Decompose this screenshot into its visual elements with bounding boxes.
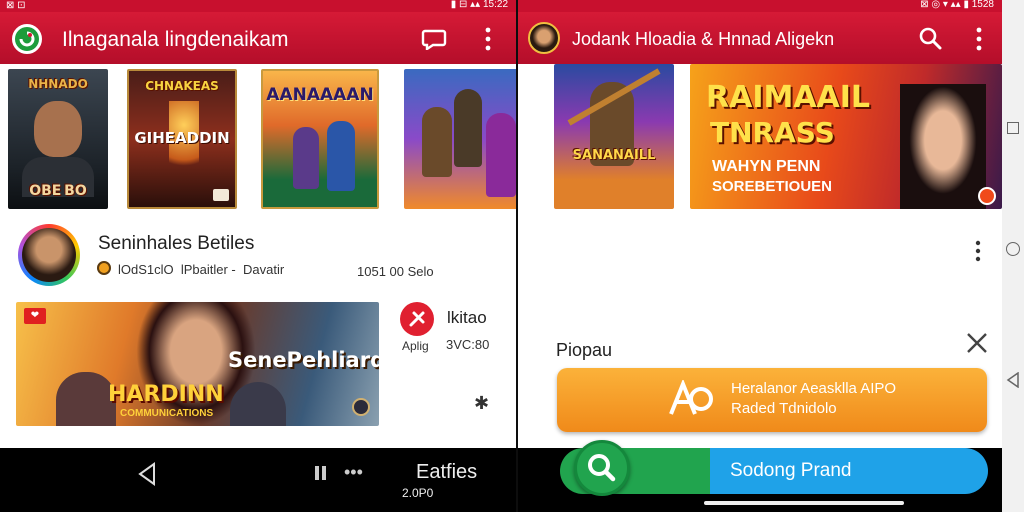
status-bar-left: ⊠ ⊡ ▮ ⊟ ▴▴ 15:22 xyxy=(0,0,516,12)
more-vert-icon[interactable] xyxy=(483,26,493,52)
more-vert-icon[interactable] xyxy=(973,240,983,267)
recents-icon[interactable] xyxy=(314,464,334,487)
star-icon[interactable]: ✱ xyxy=(474,393,489,414)
search-fab-icon[interactable] xyxy=(574,440,630,496)
square-icon[interactable] xyxy=(1007,122,1019,134)
home-indicator[interactable] xyxy=(704,501,904,505)
verified-icon xyxy=(97,261,111,275)
search-icon[interactable] xyxy=(918,26,942,50)
avatar[interactable] xyxy=(528,22,560,54)
thumbnail-caption: SANANAILL xyxy=(572,148,656,163)
hero-title-2: TNRASS xyxy=(710,116,835,149)
page-title: Ilnaganala lingdenaikam xyxy=(62,28,289,51)
promo-line-2: Raded Tdnidolo xyxy=(731,400,837,417)
back-icon[interactable] xyxy=(1006,371,1020,393)
status-bar-right: ⊠ ◎ ▾ ▴▴ ▮ 1528 xyxy=(518,0,1002,12)
nav-label[interactable]: Eatfies xyxy=(416,461,477,484)
thumbnail-caption: CHNAKEAS xyxy=(145,79,219,93)
hero-title: RAIMAAIL xyxy=(706,80,871,115)
banner-subtitle-2: COMMUNICATIONS xyxy=(120,408,214,419)
home-icon[interactable] xyxy=(1006,242,1020,256)
promo-logo-icon xyxy=(667,378,713,418)
more-horiz-icon[interactable]: ••• xyxy=(344,462,363,483)
more-vert-icon[interactable] xyxy=(974,26,984,52)
video-thumbnail-2[interactable]: CHNAKEAS GIHEADDIN xyxy=(127,69,237,209)
banner-title: SenePehliard xyxy=(228,348,379,372)
side-item-sub-1: Aplig xyxy=(402,339,429,353)
page-title-right: Jodank Hloadia & Hnnad Aligekn xyxy=(572,29,835,49)
side-item-label: lkitao xyxy=(447,308,487,327)
left-app-pane: ⊠ ⊡ ▮ ⊟ ▴▴ 15:22 Ilnaganala lingdenaikam… xyxy=(0,0,516,512)
banner-badge-icon: ❤ xyxy=(24,308,46,324)
featured-banner[interactable]: ❤ SenePehliard HARDINN COMMUNICATIONS xyxy=(16,302,379,426)
banner-subtitle: HARDINN xyxy=(108,382,224,407)
status-clock: ⊠ ◎ ▾ ▴▴ ▮ 1528 xyxy=(920,0,994,10)
bottom-bar: Sodong Prand xyxy=(518,440,1002,512)
nav-sub: 2.0P0 xyxy=(402,486,434,500)
right-app-pane: ⊠ ◎ ▾ ▴▴ ▮ 1528 Jodank Hloadia & Hnnad A… xyxy=(518,0,1002,512)
thumbnail-caption: NHNADO xyxy=(28,77,88,91)
video-thumbnail-1[interactable]: NHNADO OBE BO xyxy=(8,69,108,209)
promo-card[interactable]: Heralanor Aeasklla AIPO Raded Tdnidolo xyxy=(557,368,987,432)
video-thumbnail-4[interactable] xyxy=(404,69,516,209)
channel-count: 1051 00 Selo xyxy=(357,264,434,279)
status-icons: ⊠ ⊡ xyxy=(6,0,26,11)
status-clock: ▮ ⊟ ▴▴ 15:22 xyxy=(450,0,508,10)
side-item-sub-2: 3VC:80 xyxy=(446,337,490,352)
side-item-icon[interactable] xyxy=(400,302,434,336)
channel-meta: lOdS1clO lPbaitler - Davatir xyxy=(118,262,285,277)
hero-banner[interactable]: RAIMAAIL TNRASS WAHYN PENN SOREBETIOUEN xyxy=(690,64,1002,209)
system-nav-bar: ••• Eatfies 2.0P0 xyxy=(0,448,516,512)
app-bar-left: Ilnaganala lingdenaikam xyxy=(0,12,516,64)
app-bar-right: Jodank Hloadia & Hnnad Aligekn xyxy=(518,12,1002,64)
hero-subtitle-2: SOREBETIOUEN xyxy=(712,178,833,195)
thumbnail-caption: AANAAAAN xyxy=(266,85,374,105)
hero-badge-icon xyxy=(978,187,996,205)
section-title: Piopau xyxy=(556,340,613,360)
app-logo-icon[interactable] xyxy=(12,24,42,54)
thumbnail-caption: OBE BO xyxy=(29,183,87,199)
channel-avatar[interactable] xyxy=(18,224,80,286)
hero-subtitle: WAHYN PENN xyxy=(712,158,821,175)
back-icon[interactable] xyxy=(136,462,158,491)
video-thumbnail-right-1[interactable]: SANANAILL xyxy=(554,64,674,209)
chat-icon[interactable] xyxy=(421,28,447,52)
video-thumbnail-3[interactable]: AANAAAAN xyxy=(261,69,379,209)
cta-label: Sodong Prand xyxy=(730,460,852,481)
close-icon[interactable] xyxy=(965,330,989,361)
channel-name[interactable]: Seninhales Betiles xyxy=(98,233,254,255)
promo-line-1: Heralanor Aeasklla AIPO xyxy=(731,380,897,397)
side-rail xyxy=(1002,0,1024,512)
thumbnail-caption: GIHEADDIN xyxy=(134,129,230,147)
